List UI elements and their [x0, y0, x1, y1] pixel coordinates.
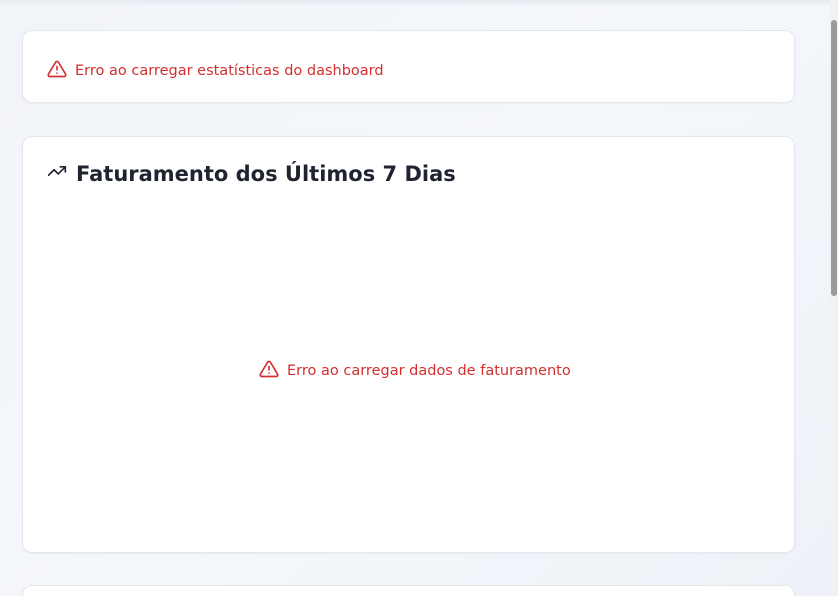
trending-up-icon	[47, 161, 67, 186]
revenue-card: Faturamento dos Últimos 7 Dias Erro ao c…	[22, 136, 795, 553]
stats-error-card: Erro ao carregar estatísticas do dashboa…	[22, 30, 795, 103]
stats-error-message: Erro ao carregar estatísticas do dashboa…	[75, 63, 384, 79]
revenue-title-text: Faturamento dos Últimos 7 Dias	[76, 161, 456, 186]
revenue-error-alert: Erro ao carregar dados de faturamento	[259, 359, 571, 383]
alert-triangle-icon	[47, 59, 67, 83]
top-shadow	[0, 0, 830, 6]
revenue-error-message: Erro ao carregar dados de faturamento	[287, 363, 571, 379]
scrollbar-thumb[interactable]	[831, 20, 837, 296]
vertical-scrollbar[interactable]	[830, 0, 838, 596]
alert-triangle-icon	[259, 359, 279, 383]
revenue-card-title: Faturamento dos Últimos 7 Dias	[47, 161, 456, 186]
next-card	[22, 585, 795, 596]
stats-error-alert: Erro ao carregar estatísticas do dashboa…	[47, 59, 384, 83]
